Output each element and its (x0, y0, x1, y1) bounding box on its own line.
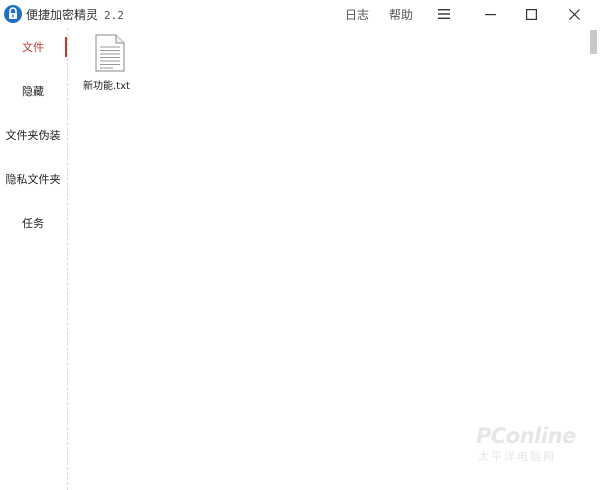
sidebar-item-label: 文件夹伪装 (5, 129, 61, 142)
watermark-logo: PConline (476, 424, 576, 448)
app-name: 便捷加密精灵 (26, 8, 99, 22)
text-file-icon (95, 34, 125, 72)
close-button[interactable] (554, 0, 594, 28)
watermark-subtitle: 太平洋电脑网 (478, 450, 556, 463)
maximize-icon (525, 8, 537, 20)
watermark: PConline 太平洋电脑网 (476, 424, 586, 464)
sidebar: 文件 隐藏 文件夹伪装 隐私文件夹 任务 (0, 28, 68, 490)
minimize-icon (484, 13, 496, 15)
sidebar-item-tasks[interactable]: 任务 (0, 209, 66, 237)
sidebar-item-label: 文件 (22, 41, 44, 54)
sidebar-item-private-folder[interactable]: 隐私文件夹 (0, 165, 66, 193)
close-icon (568, 8, 580, 20)
menu-button[interactable] (424, 0, 464, 28)
hamburger-icon (438, 9, 450, 19)
sidebar-item-folder-disguise[interactable]: 文件夹伪装 (0, 121, 66, 149)
vertical-scrollbar[interactable] (587, 28, 600, 490)
sidebar-item-hide[interactable]: 隐藏 (0, 77, 66, 105)
app-version: 2.2 (104, 9, 124, 22)
title-bar: 便捷加密精灵 2.2 日志 帮助 (0, 0, 600, 28)
help-link[interactable]: 帮助 (389, 6, 413, 23)
padlock-icon (4, 5, 22, 23)
log-link[interactable]: 日志 (345, 6, 369, 23)
sidebar-item-label: 任务 (22, 217, 44, 230)
sidebar-divider (67, 28, 68, 490)
minimize-button[interactable] (470, 0, 510, 28)
sidebar-item-label: 隐藏 (22, 85, 44, 98)
file-item[interactable]: 新功能.txt (81, 34, 143, 94)
scroll-thumb[interactable] (590, 30, 597, 54)
sidebar-item-label: 隐私文件夹 (5, 173, 61, 186)
sidebar-item-files[interactable]: 文件 (0, 33, 67, 61)
app-title: 便捷加密精灵 2.2 (26, 6, 124, 23)
file-name: 新功能.txt (83, 81, 130, 92)
maximize-button[interactable] (511, 0, 551, 28)
file-list-area[interactable]: 新功能.txt (69, 28, 585, 490)
